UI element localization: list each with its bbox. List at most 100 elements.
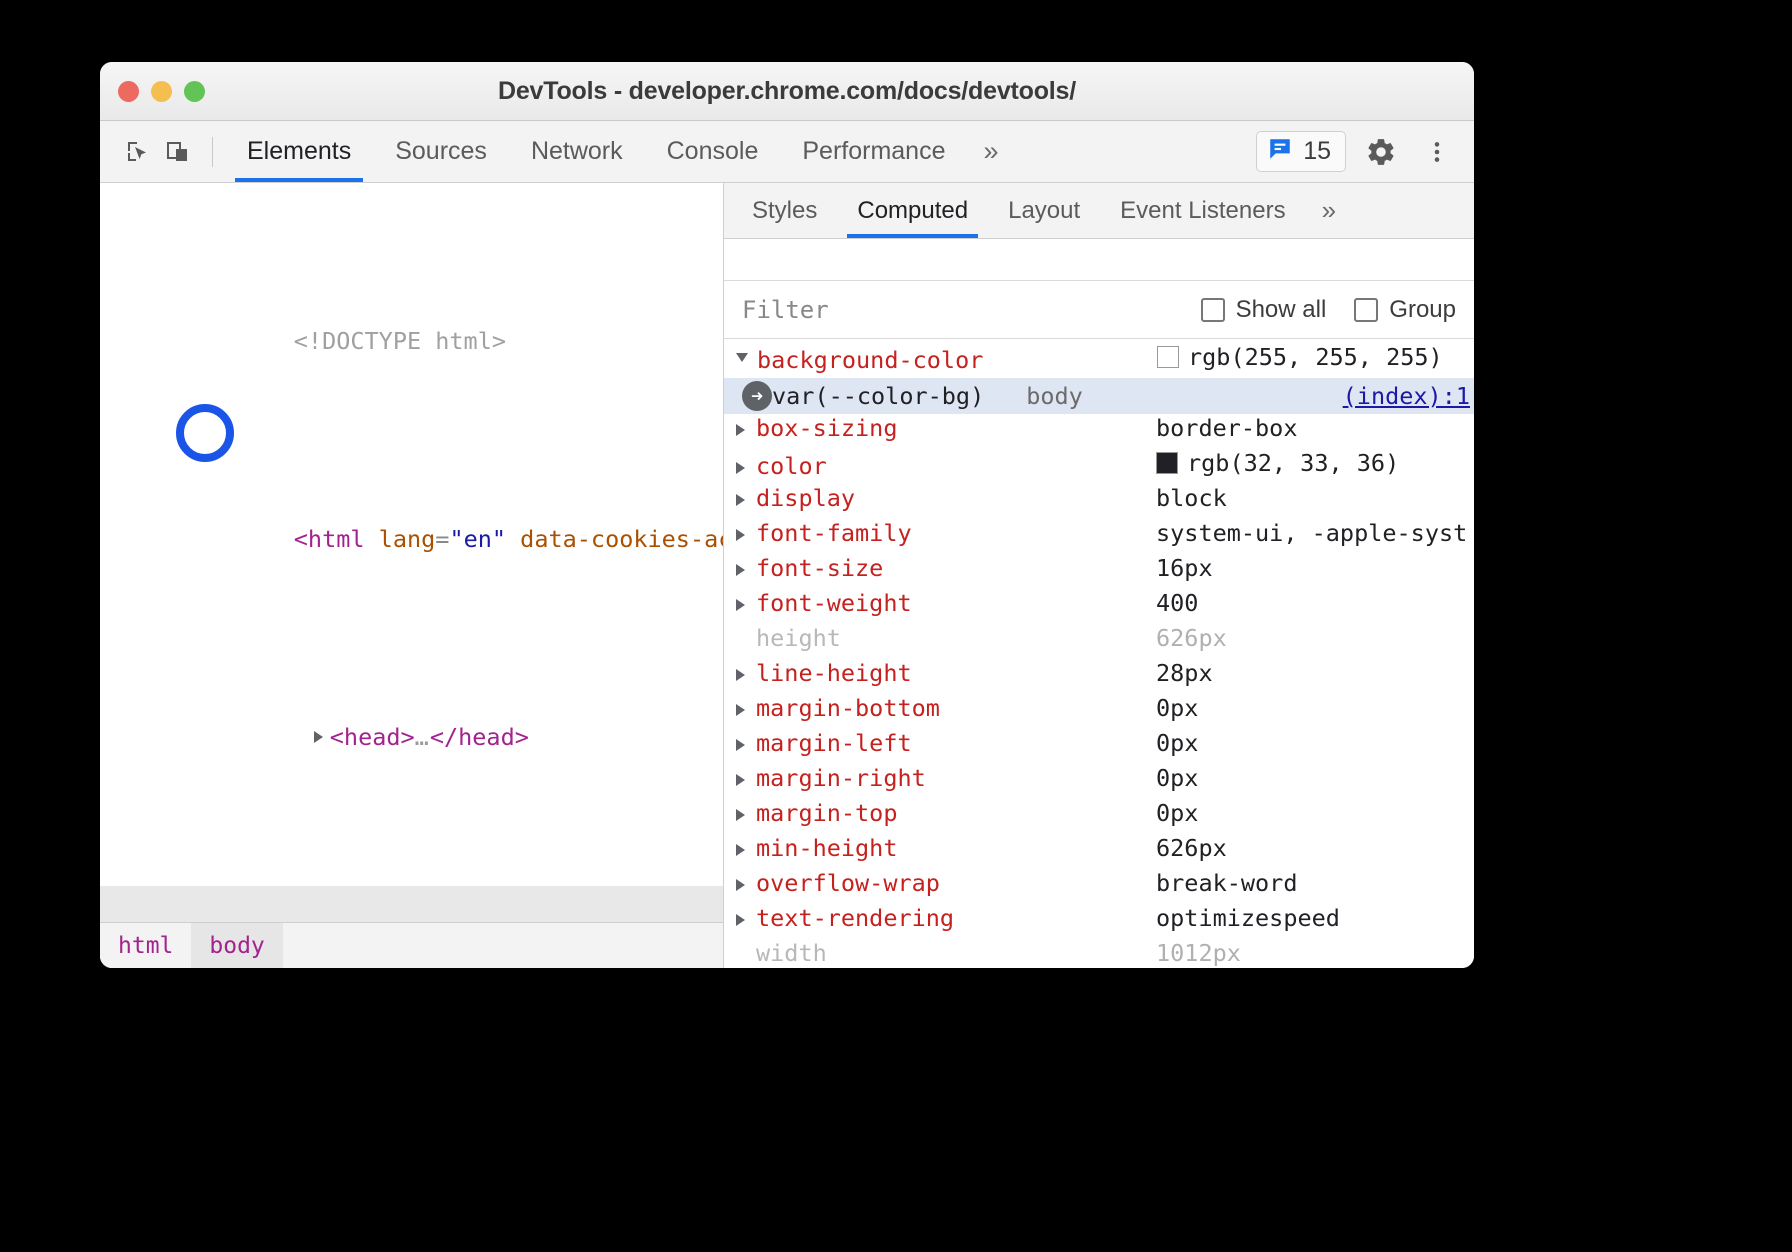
computed-row-background-color[interactable]: background-color rgb(255, 255, 255) [724,343,1474,378]
breadcrumb-item-html[interactable]: html [100,923,191,968]
computed-row-margin-bottom[interactable]: margin-bottom 0px [724,694,1474,729]
property-value: 626px [1156,624,1227,652]
computed-row-font-family[interactable]: font-family system-ui, -apple-syst [724,519,1474,554]
html-attr-lang: lang [365,525,436,553]
expand-triangle-icon[interactable] [736,879,745,891]
computed-row-box-sizing[interactable]: box-sizing border-box [724,414,1474,449]
computed-row-display[interactable]: display block [724,484,1474,519]
expand-triangle-icon[interactable] [736,739,745,751]
devtools-toolbar: Elements Sources Network Console Perform… [100,121,1474,183]
go-to-definition-arrow-icon[interactable]: ➜ [742,381,772,411]
gear-icon[interactable] [1360,131,1402,173]
tab-layout[interactable]: Layout [988,183,1100,238]
expand-triangle-icon[interactable] [736,809,745,821]
group-checkbox-group[interactable]: Group [1354,296,1456,324]
tab-network[interactable]: Network [509,121,645,182]
maximize-button[interactable] [184,81,205,102]
property-name: overflow-wrap [756,869,1156,897]
dom-node-body[interactable]: •••<body> == $0 [100,886,723,922]
computed-row-color[interactable]: color rgb(32, 33, 36) [724,449,1474,484]
expand-triangle-icon[interactable] [736,844,745,856]
computed-row-margin-top[interactable]: margin-top 0px [724,799,1474,834]
expand-triangle-icon[interactable] [736,704,745,716]
expand-triangle-icon[interactable] [736,564,745,576]
expand-triangle-icon[interactable] [736,494,745,506]
kebab-menu-icon[interactable] [1416,131,1458,173]
computed-row-line-height[interactable]: line-height 28px [724,659,1474,694]
expand-triangle-icon[interactable] [736,669,745,681]
expand-triangle-icon[interactable] [736,914,745,926]
breadcrumb-item-body[interactable]: body [191,923,282,968]
filter-input[interactable]: Filter [742,296,1173,324]
dom-node-head[interactable]: <head>…</head> [100,688,723,787]
dom-node-html[interactable]: <html lang="en" data-cookies-accepted> [100,490,723,589]
tab-styles[interactable]: Styles [732,183,837,238]
property-value: 1012px [1156,939,1241,967]
collapse-triangle-icon[interactable] [736,353,748,368]
color-swatch[interactable] [1157,346,1179,368]
show-all-checkbox[interactable] [1201,298,1225,322]
tab-console[interactable]: Console [645,121,781,182]
group-label: Group [1389,296,1456,324]
tab-event-listeners[interactable]: Event Listeners [1100,183,1305,238]
computed-row-margin-left[interactable]: margin-left 0px [724,729,1474,764]
html-tag-open: <html [294,525,365,553]
minimize-button[interactable] [151,81,172,102]
issues-button[interactable]: 15 [1256,131,1346,172]
tab-performance[interactable]: Performance [780,121,967,182]
tab-sources[interactable]: Sources [373,121,509,182]
computed-row-width[interactable]: width 1012px [724,939,1474,968]
computed-row-overflow-wrap[interactable]: overflow-wrap break-word [724,869,1474,904]
html-attr-lang-value: "en" [449,525,506,553]
computed-row-margin-right[interactable]: margin-right 0px [724,764,1474,799]
property-value: 28px [1156,659,1213,687]
computed-trace-row[interactable]: ➜ var(--color-bg) body (index):1 [724,378,1474,414]
tab-computed[interactable]: Computed [837,183,988,238]
tab-elements[interactable]: Elements [225,121,373,182]
show-all-checkbox-group[interactable]: Show all [1201,296,1327,324]
eq1: = [435,525,449,553]
expand-triangle-icon[interactable] [736,599,745,611]
color-swatch[interactable] [1156,452,1178,474]
screenshot-root: DevTools - developer.chrome.com/docs/dev… [0,0,1792,1252]
property-value: 0px [1156,799,1198,827]
head-tag-end: </head> [430,723,529,751]
more-tabs-chevron-icon[interactable]: » [967,136,1012,167]
property-value: system-ui, -apple-syst [1156,519,1467,547]
close-button[interactable] [118,81,139,102]
tab-styles-label: Styles [752,197,817,225]
tab-computed-label: Computed [857,197,968,225]
property-value-text: rgb(32, 33, 36) [1187,449,1399,477]
expand-triangle-icon[interactable] [736,774,745,786]
sidebar-more-tabs-chevron-icon[interactable]: » [1306,195,1350,226]
tab-performance-label: Performance [802,137,945,166]
trace-source-link[interactable]: (index):1 [1343,382,1470,410]
property-value-text: rgb(255, 255, 255) [1188,343,1443,371]
property-name: font-weight [756,589,1156,617]
breadcrumb: html body [100,922,723,968]
expand-triangle-icon[interactable] [736,424,745,436]
issues-message-icon [1267,136,1293,167]
computed-row-height[interactable]: height 626px [724,624,1474,659]
computed-row-text-rendering[interactable]: text-rendering optimizespeed [724,904,1474,939]
toolbar-right: 15 [1256,131,1458,173]
expand-triangle-icon[interactable] [736,529,745,541]
computed-row-font-weight[interactable]: font-weight 400 [724,589,1474,624]
inspect-element-icon[interactable] [118,132,158,172]
dom-node-doctype[interactable]: <!DOCTYPE html> [100,292,723,391]
device-toolbar-icon[interactable] [158,132,198,172]
window-title: DevTools - developer.chrome.com/docs/dev… [100,77,1474,106]
trace-selector: body [1026,382,1083,410]
tab-event-listeners-label: Event Listeners [1120,197,1285,225]
expand-triangle-icon[interactable] [314,731,323,743]
property-value: 0px [1156,694,1198,722]
sidebar-toolbar-strip [724,239,1474,281]
computed-properties-list[interactable]: background-color rgb(255, 255, 255) ➜ va… [724,339,1474,968]
property-name: text-rendering [756,904,1156,932]
group-checkbox[interactable] [1354,298,1378,322]
computed-row-min-height[interactable]: min-height 626px [724,834,1474,869]
computed-row-font-size[interactable]: font-size 16px [724,554,1474,589]
expand-triangle-icon[interactable] [736,462,745,474]
window-controls[interactable] [118,81,205,102]
dom-tree-scroller[interactable]: <!DOCTYPE html> <html lang="en" data-coo… [100,183,723,922]
